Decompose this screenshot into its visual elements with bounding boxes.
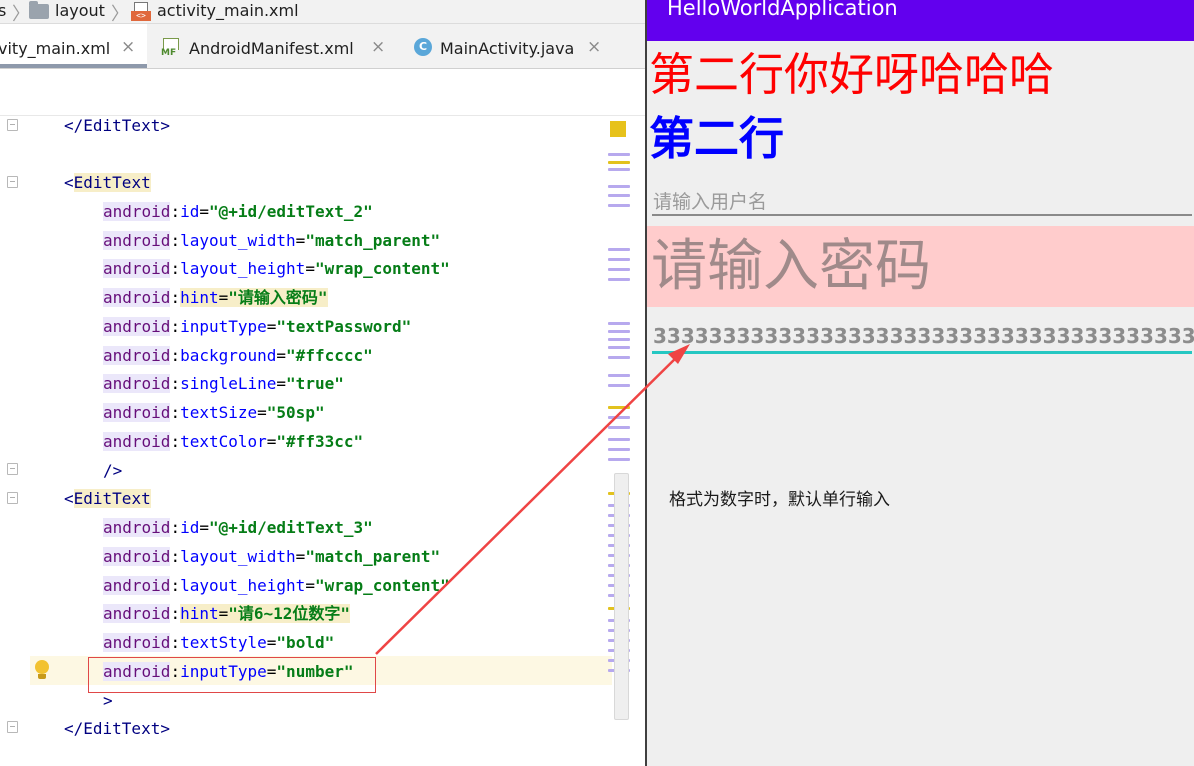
code-line: </EditText> [64,116,170,135]
breadcrumb-separator: 〉 [111,4,129,25]
code-line: android:textStyle="bold" [103,633,335,652]
tab-android-manifest[interactable]: MF AndroidManifest.xml × [152,24,397,68]
code-line: android:textSize="50sp" [103,403,325,422]
code-line: android:inputType="textPassword" [103,317,412,336]
code-line: <EditText [64,173,151,192]
tab-main-activity[interactable]: C MainActivity.java × [402,24,612,68]
code-line: android:layout_height="wrap_content" [103,259,450,278]
password-field[interactable]: 请输入密码 [647,226,1194,307]
breadcrumb-item-root[interactable]: s [0,1,6,20]
close-icon[interactable]: × [121,37,135,57]
vertical-scrollbar[interactable] [614,473,629,720]
fold-marker-icon[interactable] [7,176,18,188]
breadcrumb-item-layout[interactable]: layout [55,1,105,20]
text-view-2: 第二行 [649,112,785,165]
code-line: android:id="@+id/editText_2" [103,202,373,221]
code-editor[interactable]: </EditText> <EditText android:id="@+id/e… [0,116,645,766]
editor-gutter [0,116,30,766]
tab-label: vity_main.xml [0,39,111,58]
code-line: android:textColor="#ff33cc" [103,432,364,451]
ide-panel: s 〉 layout 〉 <> activity_main.xml vity_m… [0,0,645,766]
breadcrumb: s 〉 layout 〉 <> activity_main.xml [0,0,645,25]
code-line: </EditText> [64,719,170,738]
breadcrumb-item-file[interactable]: activity_main.xml [157,1,299,20]
number-field[interactable]: 3333333333333333333333333333333333333333… [647,318,1194,356]
java-class-icon: C [414,38,432,56]
field-underline-focused [652,351,1192,354]
password-hint: 请输入密码 [651,234,931,299]
annotation-note: 格式为数字时，默认单行输入 [669,490,890,510]
xml-file-icon: <> [131,2,151,21]
fold-marker-icon[interactable] [7,721,18,733]
code-line: android:singleLine="true" [103,374,344,393]
code-line: android:layout_width="match_parent" [103,547,441,566]
field-underline [652,214,1192,216]
code-line: android:layout_width="match_parent" [103,231,441,250]
fold-marker-icon[interactable] [7,463,18,475]
emulator-screen: HelloWorldApplication 第二行你好呀哈哈哈 第二行 请输入用… [647,0,1194,766]
tab-label: AndroidManifest.xml [189,39,354,58]
annotation-box [88,657,376,693]
number-field-value: 3333333333333333333333333333333333333333… [653,324,1194,348]
fold-marker-icon[interactable] [7,492,18,504]
editor-tabs: vity_main.xml × MF AndroidManifest.xml ×… [0,24,645,69]
tab-label: MainActivity.java [440,39,575,58]
lightbulb-icon[interactable] [33,660,51,682]
app-bar: HelloWorldApplication [647,0,1194,41]
code-line: android:background="#ffcccc" [103,346,373,365]
manifest-file-icon: MF [161,38,181,58]
fold-marker-icon[interactable] [7,119,18,131]
code-line: android:layout_height="wrap_content" [103,576,450,595]
editor-toolbar-area [0,69,645,116]
breadcrumb-separator: 〉 [12,4,30,25]
code-line: /> [103,461,123,480]
folder-icon [29,1,49,19]
code-line: android:hint="请6~12位数字" [103,604,351,623]
code-line: android:id="@+id/editText_3" [103,518,373,537]
code-line: android:hint="请输入密码" [103,288,328,307]
username-hint: 请输入用户名 [653,191,768,213]
app-title: HelloWorldApplication [667,0,898,20]
tab-activity-main[interactable]: vity_main.xml × [0,24,147,68]
text-view-1: 第二行你好呀哈哈哈 [649,48,1055,101]
close-icon[interactable]: × [587,37,601,57]
username-field[interactable]: 请输入用户名 [647,181,1192,217]
close-icon[interactable]: × [371,37,385,57]
code-line: <EditText [64,489,151,508]
